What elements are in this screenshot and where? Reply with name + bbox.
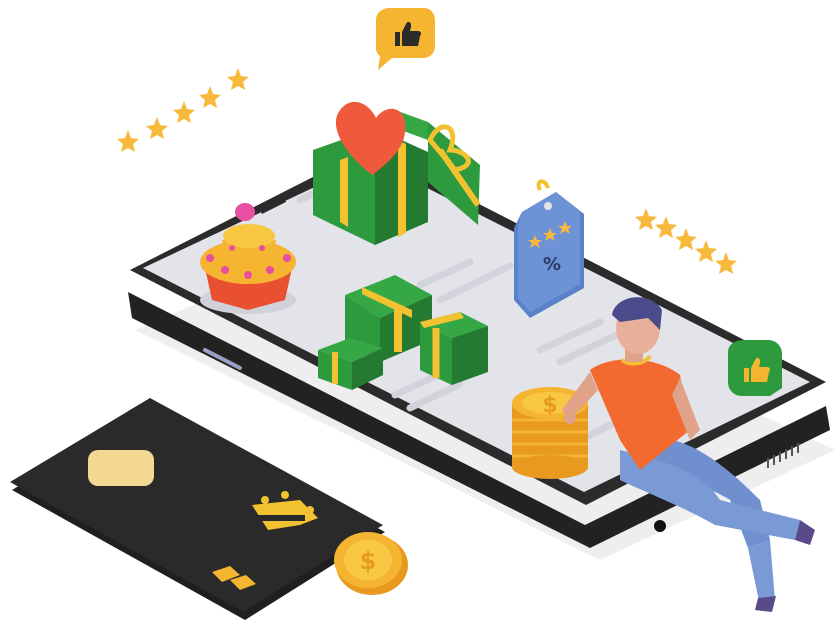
- coin-symbol: $: [360, 547, 377, 575]
- thumbs-up-bubble-right: [728, 340, 782, 396]
- thumbs-up-bubble-top: [376, 8, 435, 70]
- headphone-jack: [654, 520, 666, 532]
- credit-card: [10, 398, 385, 620]
- rating-stars-left: [117, 68, 249, 152]
- coin-stack-symbol: $: [542, 393, 557, 418]
- ecommerce-illustration: % $ $: [10, 8, 835, 620]
- credit-card-chip-icon: [88, 450, 154, 486]
- coin-icon: $: [334, 532, 408, 595]
- tag-percent-label: %: [543, 254, 561, 275]
- rating-stars-right: [635, 208, 737, 274]
